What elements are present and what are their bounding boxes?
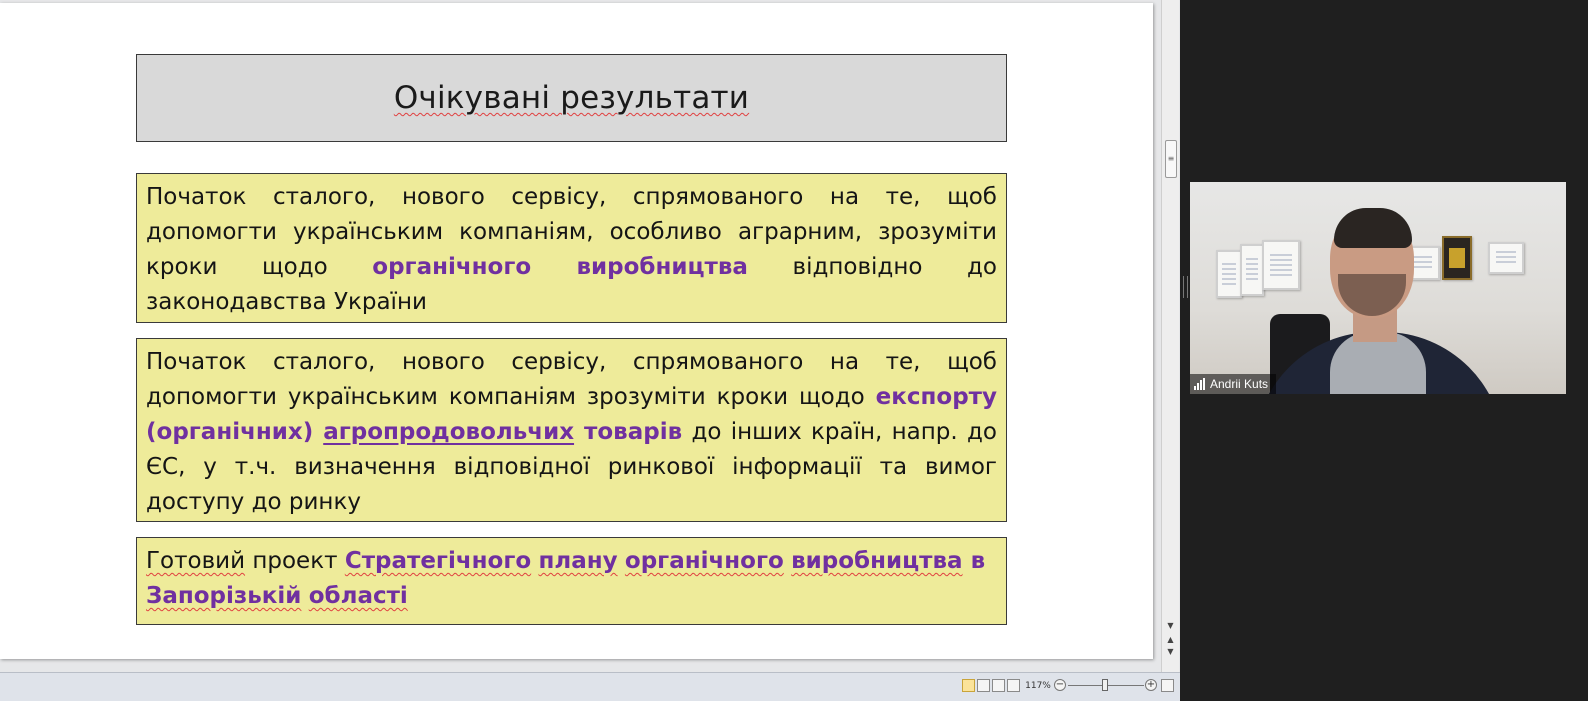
normal-view-icon[interactable] bbox=[962, 679, 975, 692]
result-3-strategic: Стратегічного bbox=[344, 548, 532, 574]
result-3-in: в bbox=[962, 548, 986, 574]
result-1-highlight: органічного виробництва bbox=[372, 254, 748, 280]
result-2-highlight-underlined: агропродовольчих bbox=[323, 419, 575, 445]
result-box-2: Початок сталого, нового сервісу, спрямов… bbox=[136, 338, 1007, 522]
slide-sorter-icon[interactable] bbox=[977, 679, 990, 692]
result-box-3: Готовий проект Стратегічного плану орган… bbox=[136, 537, 1007, 625]
panel-resize-handle[interactable] bbox=[1183, 276, 1188, 298]
result-3-zaporizhzhia: Запорізькій bbox=[146, 583, 302, 609]
document-page: Очікувані результати Початок сталого, но… bbox=[0, 3, 1153, 659]
wall-certificate bbox=[1216, 250, 1242, 298]
result-box-1: Початок сталого, нового сервісу, спрямов… bbox=[136, 173, 1007, 323]
result-3-region: області bbox=[308, 583, 408, 609]
result-3-word-ready: Готовий bbox=[146, 548, 246, 574]
vertical-scrollbar[interactable]: ≡ ▼ ▲ ▼ bbox=[1161, 0, 1179, 672]
zoom-out-button[interactable]: − bbox=[1054, 679, 1066, 691]
slideshow-icon[interactable] bbox=[1007, 679, 1020, 692]
fit-to-window-icon[interactable] bbox=[1161, 679, 1174, 692]
wall-certificate bbox=[1240, 244, 1264, 296]
participant-name-label: Andrii Kuts bbox=[1190, 374, 1277, 394]
participant-name: Andrii Kuts bbox=[1210, 377, 1269, 391]
result-3-plan: плану bbox=[538, 548, 618, 574]
next-page-icon[interactable]: ▼ bbox=[1165, 646, 1176, 658]
wall-certificate bbox=[1488, 242, 1524, 274]
result-2-highlight-end: товарів bbox=[574, 419, 683, 445]
wall-plaque bbox=[1442, 236, 1472, 280]
result-3-production: виробництва bbox=[791, 548, 963, 574]
result-3-organic: органічного bbox=[624, 548, 784, 574]
signal-strength-icon bbox=[1194, 378, 1205, 390]
zoom-in-button[interactable]: + bbox=[1145, 679, 1157, 691]
title-box: Очікувані результати bbox=[136, 54, 1007, 142]
slide-title: Очікувані результати bbox=[393, 80, 750, 116]
result-2-text: Початок сталого, нового сервісу, спрямов… bbox=[146, 349, 997, 410]
status-bar: 117% − + bbox=[0, 672, 1180, 701]
result-3-text: проект bbox=[245, 548, 345, 574]
scroll-down-icon[interactable]: ▼ bbox=[1165, 620, 1176, 632]
previous-page-icon[interactable]: ▲ bbox=[1165, 634, 1176, 646]
scrollbar-thumb[interactable]: ≡ bbox=[1165, 140, 1177, 178]
reading-view-icon[interactable] bbox=[992, 679, 1005, 692]
shared-screen: Очікувані результати Початок сталого, но… bbox=[0, 0, 1180, 701]
wall-certificate bbox=[1262, 240, 1300, 290]
meeting-window: Очікувані результати Початок сталого, но… bbox=[0, 0, 1588, 701]
participant-video[interactable]: Andrii Kuts bbox=[1190, 182, 1566, 394]
zoom-slider-knob[interactable] bbox=[1102, 679, 1108, 691]
zoom-level[interactable]: 117% bbox=[1024, 679, 1052, 693]
